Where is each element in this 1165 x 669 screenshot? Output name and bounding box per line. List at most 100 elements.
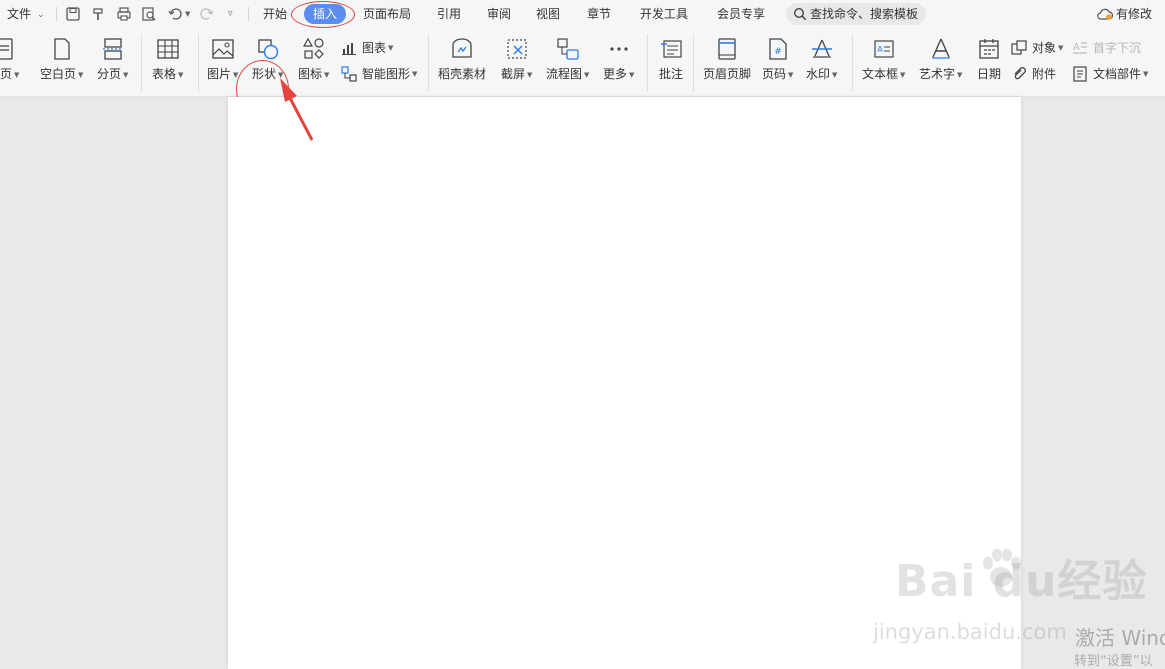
windows-activation-title: 激活 Wind bbox=[1075, 626, 1165, 650]
watermark-button[interactable]: 水印 ▼ bbox=[806, 36, 837, 82]
tab-home[interactable]: 开始 bbox=[263, 0, 287, 28]
screenshot-label: 截屏 bbox=[501, 67, 526, 81]
save-icon[interactable] bbox=[64, 5, 82, 23]
undo-dropdown-icon[interactable]: ▼ bbox=[185, 10, 190, 18]
smart-art-button[interactable]: 智能图形 ▼ bbox=[341, 65, 417, 82]
tab-member[interactable]: 会员专享 bbox=[717, 0, 765, 28]
drop-cap-button[interactable]: A 首字下沉 bbox=[1072, 39, 1141, 56]
wordart-button[interactable]: 艺术字 ▼ bbox=[919, 36, 962, 82]
comment-icon bbox=[658, 36, 684, 62]
chart-label: 图表 bbox=[362, 41, 387, 55]
divider bbox=[141, 34, 142, 92]
more-label: 更多 bbox=[603, 67, 628, 81]
header-footer-label: 页眉页脚 bbox=[703, 67, 752, 81]
document-parts-icon bbox=[1072, 65, 1088, 82]
docer-material-icon bbox=[449, 36, 475, 62]
picture-button[interactable]: 图片 ▼ bbox=[207, 36, 238, 82]
cover-page-button[interactable]: 面页▼ bbox=[0, 36, 19, 82]
ribbon-insert: 面页▼ 空白页▼ 分页▼ 表格▼ 图片▼ 形状▼ 图标▼ 图表▼ 智能图形▼ 稻… bbox=[0, 28, 1165, 118]
icons-label: 图标 bbox=[298, 67, 323, 81]
svg-text:A: A bbox=[877, 45, 883, 54]
picture-icon bbox=[210, 36, 236, 62]
smart-art-icon bbox=[341, 65, 357, 82]
divider bbox=[647, 34, 648, 92]
print-preview-icon[interactable] bbox=[140, 5, 158, 23]
paperclip-icon bbox=[1011, 66, 1027, 82]
calendar-icon bbox=[976, 36, 1002, 62]
flowchart-label: 流程图 bbox=[546, 67, 583, 81]
chart-button[interactable]: 图表 ▼ bbox=[341, 39, 393, 56]
docer-material-label: 稻壳素材 bbox=[438, 67, 487, 81]
divider bbox=[852, 34, 853, 92]
modified-status[interactable]: 有修改 bbox=[1116, 0, 1152, 28]
more-button[interactable]: 更多 ▼ bbox=[603, 36, 634, 82]
format-painter-icon[interactable] bbox=[90, 5, 108, 23]
header-footer-icon bbox=[714, 36, 740, 62]
tab-review[interactable]: 审阅 bbox=[487, 0, 511, 28]
page-number-icon: # bbox=[765, 36, 791, 62]
table-icon bbox=[155, 36, 181, 62]
screenshot-button[interactable]: 截屏 ▼ bbox=[501, 36, 532, 82]
divider bbox=[428, 34, 429, 92]
date-label: 日期 bbox=[976, 67, 1001, 81]
chevron-down-icon[interactable]: ⌄ bbox=[37, 10, 45, 20]
cloud-sync-icon[interactable] bbox=[1096, 7, 1114, 21]
wordart-icon bbox=[928, 36, 954, 62]
comment-button[interactable]: 批注 bbox=[658, 36, 684, 81]
file-menu[interactable]: 文件 bbox=[7, 0, 31, 28]
divider bbox=[248, 7, 249, 21]
baidu-paw-icon bbox=[983, 548, 1021, 587]
object-icon bbox=[1011, 39, 1027, 56]
object-button[interactable]: 对象 ▼ bbox=[1011, 39, 1063, 56]
print-icon[interactable] bbox=[115, 5, 133, 23]
svg-text:A: A bbox=[1073, 42, 1080, 53]
annotation-ellipse bbox=[291, 1, 355, 28]
svg-text:#: # bbox=[774, 47, 782, 57]
attachment-label: 附件 bbox=[1032, 67, 1057, 81]
divider bbox=[56, 7, 57, 21]
drop-cap-label: 首字下沉 bbox=[1093, 41, 1142, 55]
page-break-icon bbox=[100, 36, 126, 62]
shape-icon bbox=[255, 36, 281, 62]
picture-label: 图片 bbox=[207, 67, 232, 81]
page-break-button[interactable]: 分页 ▼ bbox=[97, 36, 128, 82]
menu-bar: 文件 ⌄ ▼ ▿ 开始 插入 页面布局 引用 审阅 视图 章节 开发工具 会员专… bbox=[0, 0, 1165, 28]
divider bbox=[693, 34, 694, 92]
textbox-icon: A bbox=[871, 36, 897, 62]
search-icon bbox=[793, 7, 807, 21]
tab-chapter[interactable]: 章节 bbox=[587, 0, 611, 28]
blank-page-label: 空白页 bbox=[40, 67, 77, 81]
table-button[interactable]: 表格 ▼ bbox=[152, 36, 183, 82]
flowchart-icon bbox=[555, 36, 581, 62]
page-number-label: 页码 bbox=[762, 67, 787, 81]
header-footer-button[interactable]: 页眉页脚 bbox=[703, 36, 751, 81]
document-parts-label: 文档部件 bbox=[1093, 67, 1142, 81]
tab-view[interactable]: 视图 bbox=[536, 0, 560, 28]
textbox-button[interactable]: A 文本框 ▼ bbox=[862, 36, 905, 82]
chart-icon bbox=[341, 40, 357, 56]
tab-developer[interactable]: 开发工具 bbox=[640, 0, 688, 28]
more-icon bbox=[606, 36, 632, 62]
attachment-button[interactable]: 附件 bbox=[1011, 65, 1056, 82]
undo-icon[interactable] bbox=[166, 5, 184, 23]
tab-page-layout[interactable]: 页面布局 bbox=[363, 0, 411, 28]
command-search[interactable]: 查找命令、搜索模板 bbox=[786, 3, 926, 25]
windows-activation-hint: 转到“设置”以 bbox=[1074, 654, 1153, 669]
flowchart-button[interactable]: 流程图 ▼ bbox=[546, 36, 589, 82]
tab-references[interactable]: 引用 bbox=[437, 0, 461, 28]
document-parts-button[interactable]: 文档部件 ▼ bbox=[1072, 65, 1148, 82]
docer-material-button[interactable]: 稻壳素材 bbox=[438, 36, 486, 81]
cover-page-icon bbox=[0, 36, 17, 62]
customize-toolbar-icon[interactable]: ▿ bbox=[228, 9, 233, 19]
comment-label: 批注 bbox=[658, 67, 683, 81]
date-button[interactable]: 日期 bbox=[976, 36, 1002, 81]
blank-page-icon bbox=[49, 36, 75, 62]
redo-icon[interactable] bbox=[198, 5, 216, 23]
icons-button[interactable]: 图标 ▼ bbox=[298, 36, 329, 82]
page-break-label: 分页 bbox=[97, 67, 122, 81]
object-label: 对象 bbox=[1032, 41, 1057, 55]
page-number-button[interactable]: # 页码 ▼ bbox=[762, 36, 793, 82]
blank-page-button[interactable]: 空白页 ▼ bbox=[40, 36, 83, 82]
screenshot-icon bbox=[504, 36, 530, 62]
table-label: 表格 bbox=[152, 67, 177, 81]
